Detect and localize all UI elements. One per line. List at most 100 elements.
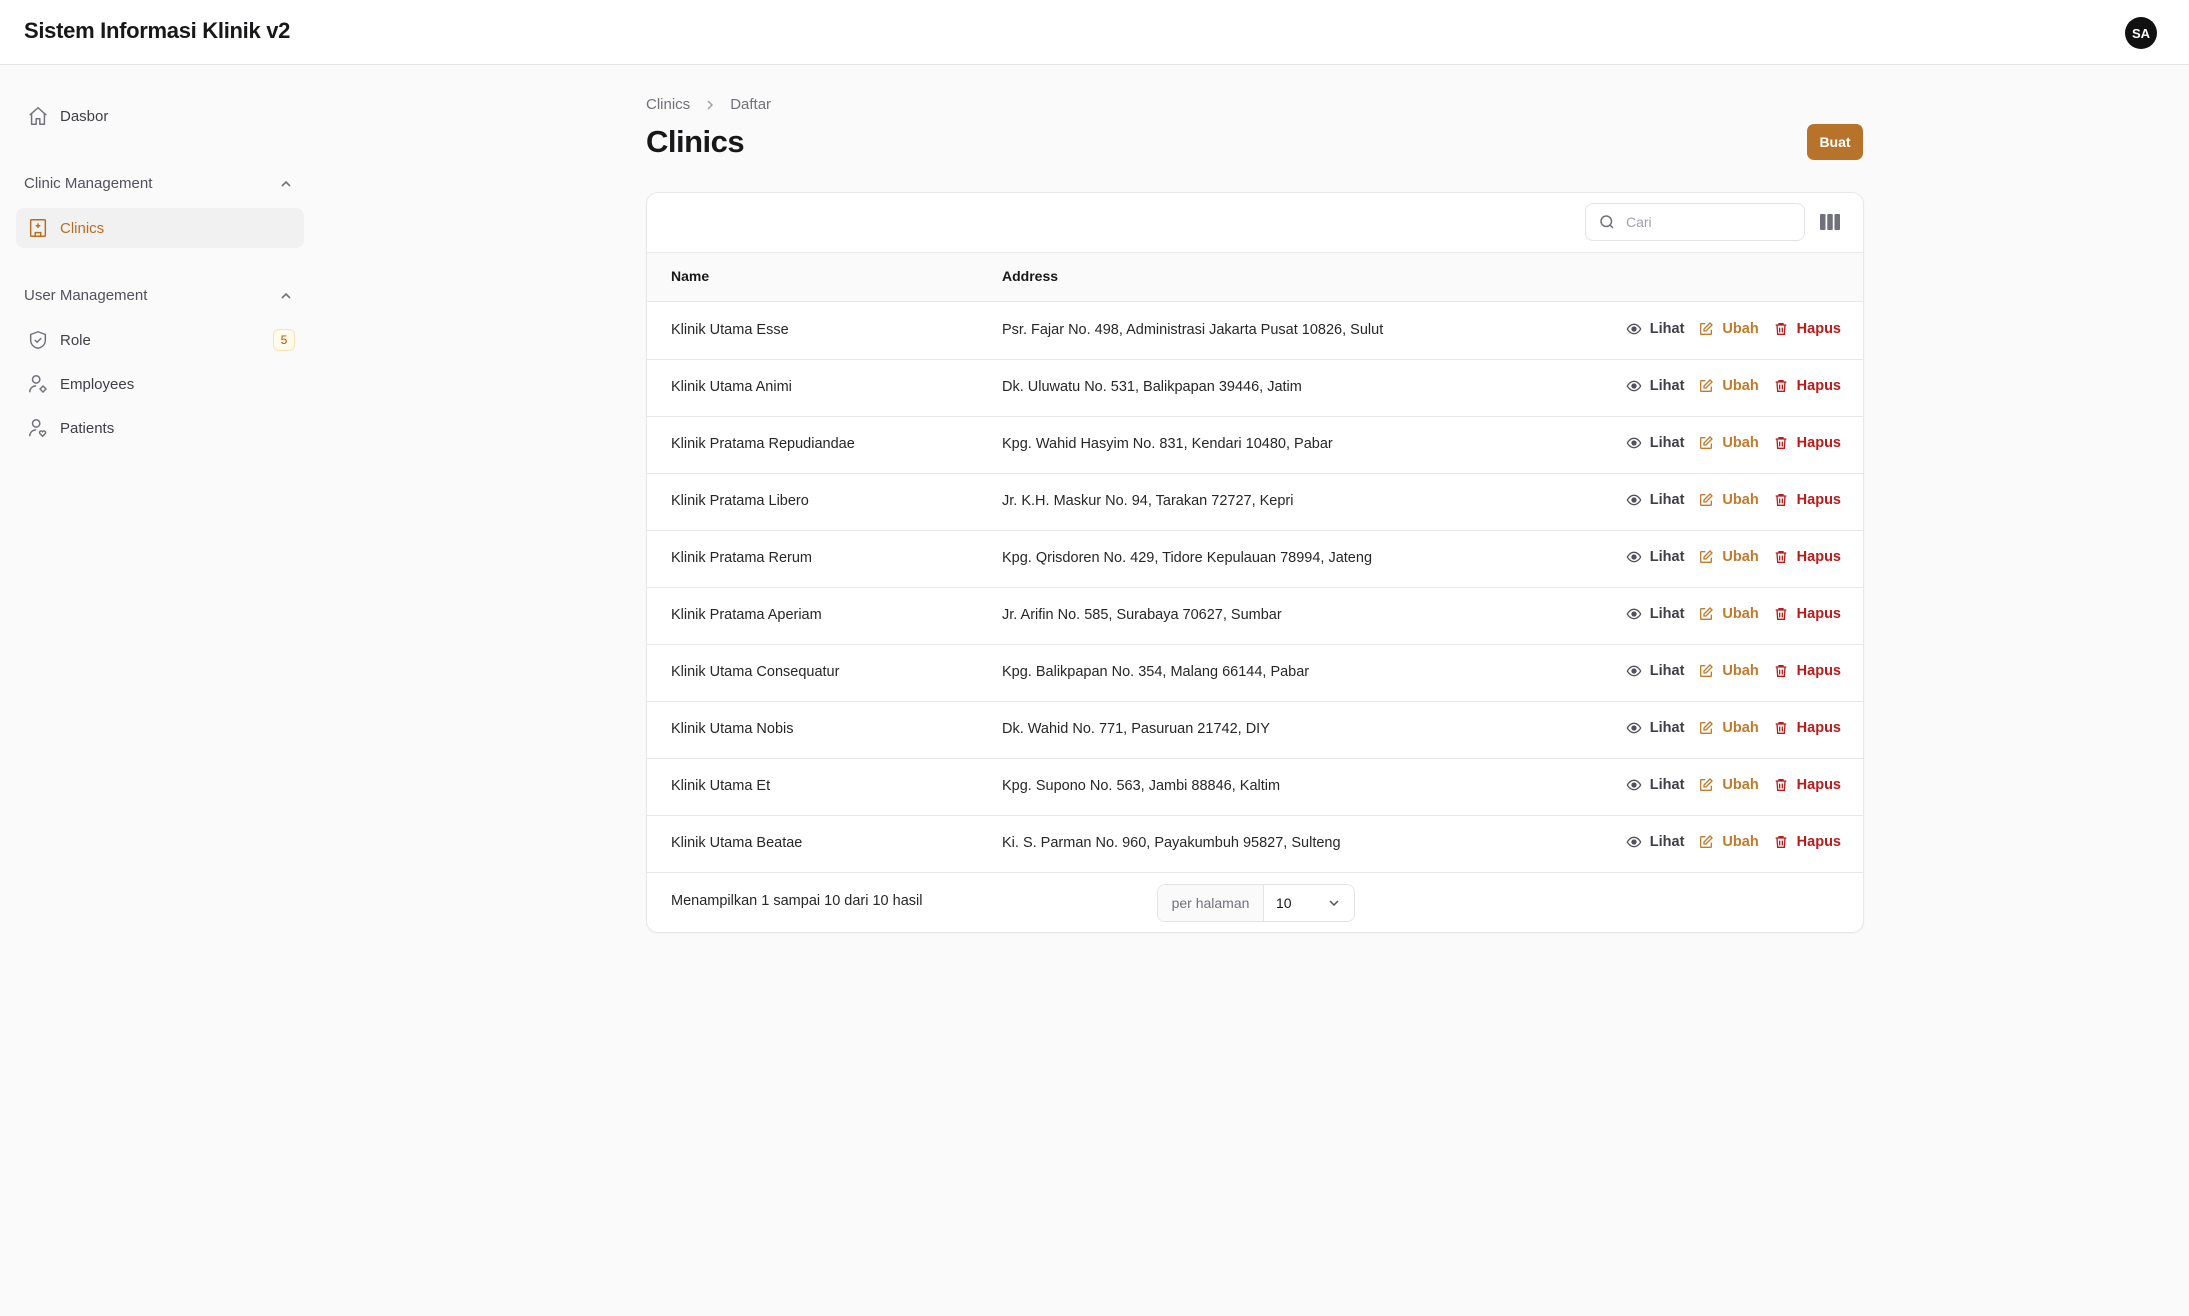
cell-name: Klinik Pratama Libero: [671, 493, 809, 509]
user-gear-icon: [26, 372, 50, 396]
table-row: Klinik Pratama Rerum Kpg. Qrisdoren No. 4…: [647, 531, 1863, 588]
edit-icon: [1698, 378, 1718, 394]
sidebar-item-clinics[interactable]: Clinics: [16, 208, 304, 248]
table-row: Klinik Utama Et Kpg. Supono No. 563, Jamb…: [647, 759, 1863, 816]
trash-icon: [1773, 549, 1793, 565]
view-button[interactable]: Lihat: [1626, 606, 1685, 622]
view-button[interactable]: Lihat: [1626, 834, 1685, 850]
cell-address: Dk. Uluwatu No. 531, Balikpapan 39446, J…: [1002, 379, 1302, 395]
view-button[interactable]: Lihat: [1626, 663, 1684, 679]
eye-icon: [1626, 606, 1646, 622]
edit-button[interactable]: Ubah: [1698, 720, 1759, 736]
sidebar-item-patients[interactable]: Patients: [16, 408, 304, 448]
delete-button[interactable]: Hapus: [1773, 834, 1841, 850]
column-header-address[interactable]: Address: [1002, 268, 1058, 284]
cell-name: Klinik Utama Et: [671, 778, 771, 794]
create-button[interactable]: Buat: [1807, 124, 1863, 160]
cell-address: Jr. Arifin No. 585, Surabaya 70627, Sumb…: [1002, 607, 1282, 623]
delete-button[interactable]: Hapus: [1773, 378, 1841, 394]
user-heart-icon: [26, 416, 50, 440]
cell-address: Dk. Wahid No. 771, Pasuruan 21742, DIY: [1002, 721, 1270, 737]
edit-button[interactable]: Ubah: [1698, 777, 1759, 793]
view-button[interactable]: Lihat: [1626, 777, 1684, 793]
edit-button[interactable]: Ubah: [1698, 321, 1759, 337]
search-input[interactable]: [1626, 214, 1786, 230]
edit-button[interactable]: Ubah: [1698, 549, 1759, 565]
breadcrumb-item-daftar: Daftar: [730, 96, 772, 113]
sidebar-item-label: Patients: [60, 419, 115, 437]
sidebar-item-employees[interactable]: Employees: [16, 364, 304, 404]
edit-icon: [1698, 606, 1718, 622]
view-label: Lihat: [1649, 549, 1685, 565]
edit-button[interactable]: Ubah: [1698, 492, 1759, 508]
delete-button[interactable]: Hapus: [1773, 606, 1841, 622]
per-page-select[interactable]: per halaman 10: [1157, 884, 1355, 922]
view-button[interactable]: Lihat: [1626, 492, 1685, 508]
view-button[interactable]: Lihat: [1626, 321, 1684, 337]
view-button[interactable]: Lihat: [1626, 549, 1685, 565]
table-row: Klinik Utama Esse Psr. Fajar No. 498, Adm…: [647, 303, 1863, 360]
edit-button[interactable]: Ubah: [1698, 606, 1759, 622]
sidebar-item-dashboard[interactable]: Dasbor: [16, 96, 304, 136]
trash-icon: [1773, 492, 1793, 508]
view-label: Lihat: [1649, 834, 1685, 850]
edit-label: Ubah: [1722, 378, 1759, 394]
eye-icon: [1626, 378, 1646, 394]
user-avatar[interactable]: SA: [2125, 17, 2157, 49]
delete-label: Hapus: [1796, 720, 1841, 736]
chevron-up-icon[interactable]: [278, 288, 294, 304]
delete-button[interactable]: Hapus: [1773, 663, 1841, 679]
view-button[interactable]: Lihat: [1626, 378, 1684, 394]
per-page-dropdown[interactable]: 10: [1264, 885, 1354, 921]
breadcrumb-item-clinics[interactable]: Clinics: [646, 96, 690, 113]
toggle-columns-button[interactable]: [1819, 211, 1841, 233]
delete-button[interactable]: Hapus: [1773, 321, 1841, 337]
app-title: Sistem Informasi Klinik v2: [24, 18, 291, 43]
edit-button[interactable]: Ubah: [1698, 435, 1759, 451]
view-label: Lihat: [1649, 606, 1685, 622]
role-count-badge: 5: [273, 329, 295, 351]
cell-name: Klinik Pratama Aperiam: [671, 607, 822, 623]
edit-label: Ubah: [1722, 606, 1759, 622]
search-field[interactable]: [1585, 203, 1805, 241]
trash-icon: [1773, 606, 1793, 622]
row-actions: Lihat Ubah Hapus: [1612, 321, 1841, 337]
view-button[interactable]: Lihat: [1626, 435, 1684, 451]
delete-label: Hapus: [1796, 549, 1841, 565]
view-label: Lihat: [1649, 492, 1685, 508]
eye-icon: [1626, 663, 1646, 679]
delete-button[interactable]: Hapus: [1773, 777, 1841, 793]
cell-name: Klinik Utama Animi: [671, 379, 792, 395]
chevron-up-icon[interactable]: [278, 176, 294, 192]
table-row: Klinik Utama Consequatur Kpg. Balikpapan …: [647, 645, 1863, 702]
view-button[interactable]: Lihat: [1626, 720, 1684, 736]
eye-icon: [1626, 321, 1646, 337]
edit-icon: [1698, 321, 1718, 337]
breadcrumb: Clinics Daftar: [646, 96, 771, 113]
cell-name: Klinik Utama Nobis: [671, 721, 794, 737]
trash-icon: [1773, 777, 1793, 793]
delete-label: Hapus: [1796, 834, 1841, 850]
trash-icon: [1773, 663, 1793, 679]
edit-button[interactable]: Ubah: [1698, 663, 1759, 679]
edit-label: Ubah: [1722, 663, 1759, 679]
edit-label: Ubah: [1722, 435, 1759, 451]
clinics-table-card: Name Address Klinik Utama Esse Psr. Fajar…: [646, 192, 1864, 933]
delete-button[interactable]: Hapus: [1773, 549, 1841, 565]
delete-button[interactable]: Hapus: [1773, 720, 1841, 736]
row-actions: Lihat Ubah Hapus: [1612, 549, 1841, 565]
edit-button[interactable]: Ubah: [1698, 834, 1759, 850]
table-row: Klinik Utama Nobis Dk. Wahid No. 771, Pas…: [647, 702, 1863, 759]
delete-label: Hapus: [1796, 777, 1841, 793]
column-header-name[interactable]: Name: [671, 268, 709, 284]
edit-button[interactable]: Ubah: [1698, 378, 1759, 394]
group-label-clinic-management: Clinic Management: [24, 175, 153, 192]
delete-button[interactable]: Hapus: [1773, 492, 1841, 508]
edit-icon: [1698, 549, 1718, 565]
sidebar-item-role[interactable]: Role: [16, 320, 304, 360]
table-row: Klinik Pratama Libero Jr. K.H. Maskur No.…: [647, 474, 1863, 531]
delete-button[interactable]: Hapus: [1773, 435, 1841, 451]
trash-icon: [1773, 720, 1793, 736]
delete-label: Hapus: [1796, 663, 1841, 679]
table-row: Klinik Pratama Repudiandae Kpg. Wahid Has…: [647, 417, 1863, 474]
